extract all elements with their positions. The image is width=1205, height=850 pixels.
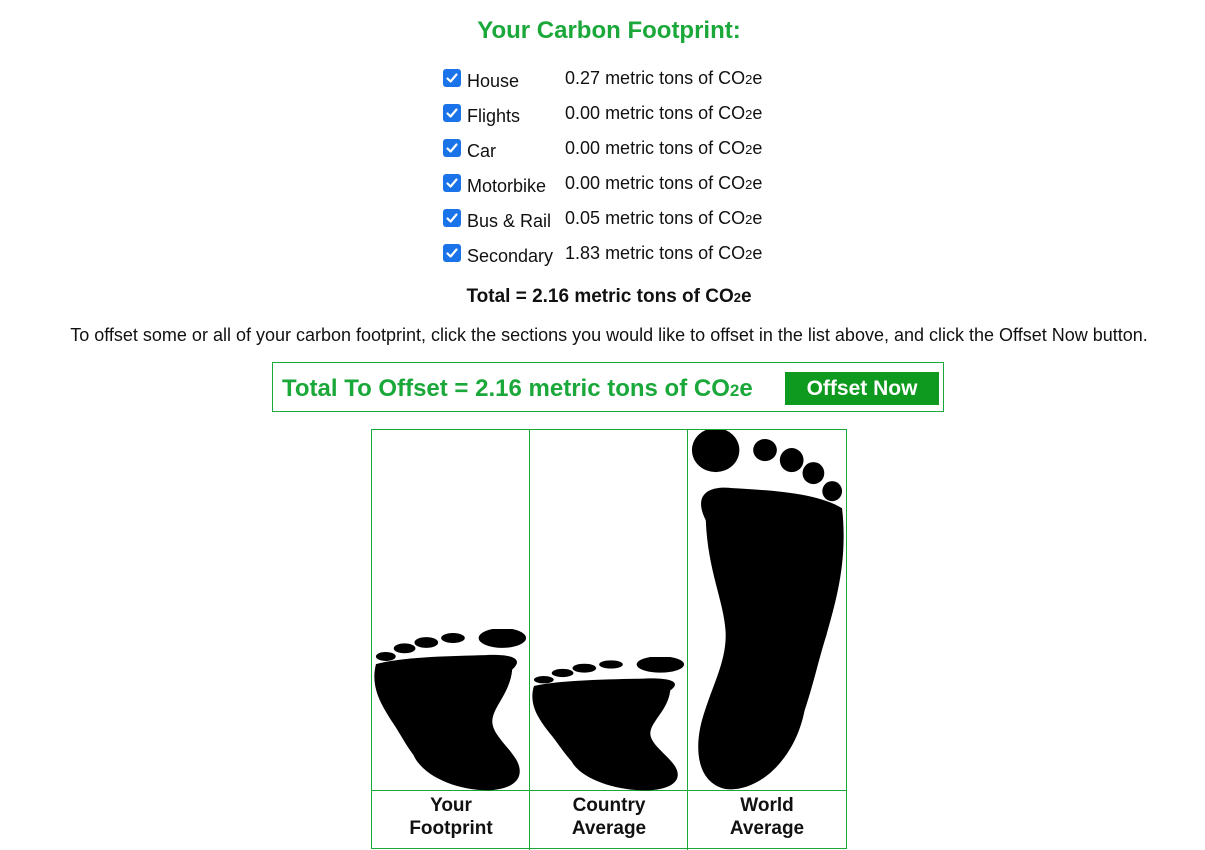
category-checkbox[interactable]: [443, 104, 461, 122]
comparison-label: Country Average: [571, 795, 647, 839]
comparison-label: Your Footprint: [409, 795, 493, 839]
total-unit: metric tons of CO2e: [574, 286, 752, 307]
offset-panel: Total To Offset = 2.16 metric tons of CO…: [272, 362, 944, 412]
category-label: Flights: [467, 106, 521, 126]
category-label: Bus & Rail: [467, 211, 552, 231]
footprint-plot: [372, 430, 530, 791]
category-value: 1.83 metric tons of CO2e: [565, 243, 763, 263]
category-label: Motorbike: [467, 176, 547, 196]
category-label: House: [467, 71, 520, 91]
category-value: 0.05 metric tons of CO2e: [565, 208, 763, 228]
category-label: Car: [467, 141, 497, 161]
comparison-column: World Average: [688, 430, 846, 850]
offset-prefix: Total To Offset =: [282, 375, 476, 402]
category-checkbox[interactable]: [443, 209, 461, 227]
offset-instructions: To offset some or all of your carbon foo…: [70, 325, 1148, 345]
category-value: 0.00 metric tons of CO2e: [565, 173, 763, 193]
checkmark-icon: [446, 73, 458, 83]
category-row: Bus & Rail 0.05 metric tons of CO2e: [443, 204, 843, 239]
footprint-icon: [691, 430, 844, 790]
footprint-comparison: Your Footprint Country Average World Average: [371, 429, 847, 850]
category-checkbox[interactable]: [443, 139, 461, 157]
footprint-icon: [374, 629, 527, 791]
category-label: Secondary: [467, 246, 554, 266]
checkmark-icon: [446, 178, 458, 188]
comparison-label: World Average: [729, 795, 805, 839]
offset-now-button[interactable]: Offset Now: [785, 372, 939, 405]
page-title: Your Carbon Footprint:: [477, 17, 741, 44]
category-row: Flights 0.00 metric tons of CO2e: [443, 99, 843, 134]
checkmark-icon: [446, 213, 458, 223]
category-row: Car 0.00 metric tons of CO2e: [443, 134, 843, 169]
comparison-column: Your Footprint: [372, 430, 530, 850]
footprint-icon: [532, 657, 685, 791]
checkmark-icon: [446, 248, 458, 258]
category-value: 0.00 metric tons of CO2e: [565, 103, 763, 123]
checkmark-icon: [446, 143, 458, 153]
total-value: 2.16: [532, 286, 570, 307]
category-value: 0.27 metric tons of CO2e: [565, 68, 763, 88]
total-footprint: Total = 2.16 metric tons of CO2e: [0, 286, 1205, 308]
category-row: Motorbike 0.00 metric tons of CO2e: [443, 169, 843, 204]
footprint-plot: [530, 430, 688, 791]
offset-value: 2.16: [475, 375, 522, 402]
category-list: House 0.27 metric tons of CO2e Flights 0.00…: [443, 64, 843, 274]
comparison-column: Country Average: [530, 430, 688, 850]
category-checkbox[interactable]: [443, 69, 461, 87]
category-row: Secondary 1.83 metric tons of CO2e: [443, 239, 843, 274]
category-row: House 0.27 metric tons of CO2e: [443, 64, 843, 99]
checkmark-icon: [446, 108, 458, 118]
category-checkbox[interactable]: [443, 174, 461, 192]
offset-total: Total To Offset = 2.16 metric tons of CO…: [282, 375, 753, 403]
category-checkbox[interactable]: [443, 244, 461, 262]
footprint-plot: [688, 430, 846, 791]
total-prefix: Total =: [466, 286, 533, 307]
offset-unit: metric tons of CO2e: [528, 375, 753, 402]
category-value: 0.00 metric tons of CO2e: [565, 138, 763, 158]
